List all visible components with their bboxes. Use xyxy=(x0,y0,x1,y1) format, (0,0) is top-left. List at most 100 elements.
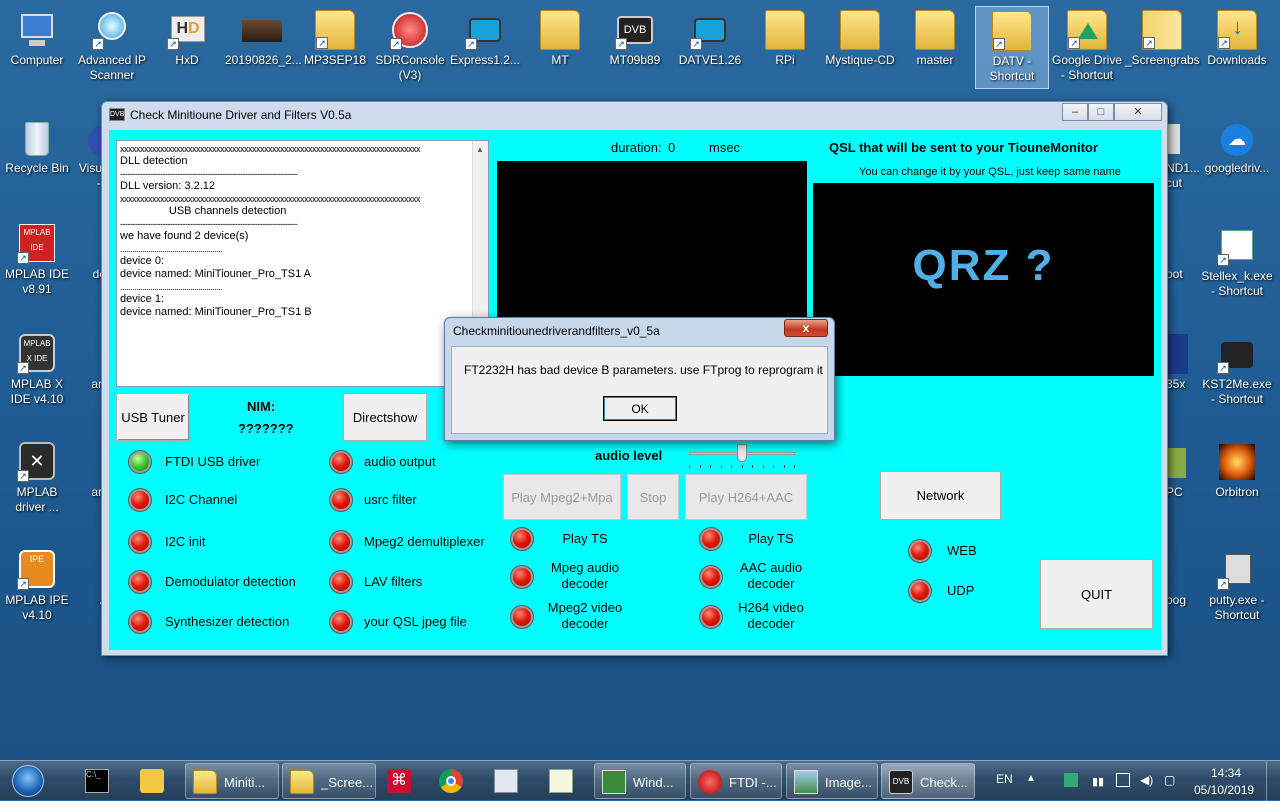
desktop-icon-hxd[interactable]: HD ↗ HxD xyxy=(150,6,224,68)
mplab-x-icon: MPLAB X IDE ↗ xyxy=(17,334,57,374)
clock-time[interactable]: 14:34 xyxy=(1211,766,1241,780)
volume-icon[interactable]: ◀) xyxy=(1140,773,1153,787)
desktop-icon-master[interactable]: master xyxy=(898,6,972,68)
usb-tuner-button[interactable]: USB Tuner xyxy=(116,393,190,441)
desktop-icon-mt[interactable]: MT xyxy=(523,6,597,68)
audio-level-thumb[interactable] xyxy=(737,444,747,462)
taskbar-screengrabs[interactable]: _Scree... xyxy=(282,763,376,799)
desktop-icon-rpi[interactable]: RPi xyxy=(748,6,822,68)
folder-icon xyxy=(915,10,955,50)
taskbar-image[interactable]: Image... xyxy=(786,763,878,799)
play-h264-button[interactable]: Play H264+AAC xyxy=(685,474,807,520)
taskbar-ftdi[interactable]: FTDI -... xyxy=(690,763,782,799)
desktop-icon-mplab-x-ide[interactable]: MPLAB X IDE ↗ MPLAB X IDE v4.10 xyxy=(0,330,74,407)
dialog-ok-button[interactable]: OK xyxy=(603,396,677,421)
desktop-icon-express[interactable]: ↗ Express1.2... xyxy=(448,6,522,68)
stop-button[interactable]: Stop xyxy=(627,474,679,520)
desktop-icon-downloads[interactable]: ↓ ↗ Downloads xyxy=(1200,6,1274,68)
tv-icon: ↗ xyxy=(690,10,730,50)
chevron-up-icon[interactable]: ▲ xyxy=(1026,773,1036,784)
log-line: device named: MiniTiouner_Pro_TS1 B xyxy=(120,306,312,318)
start-orb-icon xyxy=(12,765,44,797)
notify-icon[interactable]: ▢ xyxy=(1164,773,1175,787)
desktop-icon-orbitron[interactable]: Orbitron xyxy=(1200,438,1274,500)
flag-icon[interactable] xyxy=(1064,773,1078,787)
log-line: DLL detection xyxy=(120,155,188,167)
status-label: Play TS xyxy=(562,531,608,546)
folder-icon: ↗ xyxy=(992,11,1032,51)
taskbar-chrome[interactable] xyxy=(432,763,476,799)
taskbar-acrobat[interactable]: ⌘ xyxy=(380,763,424,799)
minimize-button[interactable]: – xyxy=(1062,103,1088,121)
taskbar-check[interactable]: DVB Check... xyxy=(881,763,975,799)
google-drive-icon: ↗ xyxy=(1067,10,1107,50)
qsl-subtitle: You can change it by your QSL, just keep… xyxy=(859,166,1121,178)
taskbar-outlook[interactable] xyxy=(133,763,177,799)
status-label: WEB xyxy=(947,543,977,558)
show-desktop-button[interactable] xyxy=(1266,761,1280,801)
status-led-green xyxy=(129,451,151,473)
desktop-icon-mystique[interactable]: Mystique-CD xyxy=(823,6,897,68)
duration-label: duration: xyxy=(611,140,662,155)
network-icon[interactable] xyxy=(1116,773,1130,787)
recycle-bin-icon xyxy=(17,118,57,158)
desktop-icon-mt09b89[interactable]: DVB ↗ MT09b89 xyxy=(598,6,672,68)
mplab-ipe-icon: IPE ↗ xyxy=(17,550,57,590)
desktop-icon-putty[interactable]: ↗ putty.exe - Shortcut xyxy=(1200,546,1274,623)
image-viewer-icon xyxy=(794,770,818,794)
nim-value: ??????? xyxy=(238,421,294,436)
cmd-icon: C:\_ xyxy=(85,769,109,793)
network-button[interactable]: Network xyxy=(880,471,1001,520)
desktop-icon-mplab-ide[interactable]: MPLAB IDE ↗ MPLAB IDE v8.91 xyxy=(0,220,74,297)
quit-button[interactable]: QUIT xyxy=(1040,559,1153,629)
status-label: Synthesizer detection xyxy=(165,614,290,629)
window-titlebar[interactable]: DVB Check Minitioune Driver and Filters … xyxy=(102,102,1167,128)
mplab-driver-icon: ✕ ↗ xyxy=(17,442,57,482)
taskbar-cmd[interactable]: C:\_ xyxy=(78,763,122,799)
window-title: Check Minitioune Driver and Filters V0.5… xyxy=(130,108,352,122)
desktop-icon-googledriv[interactable]: ☁ googledriv... xyxy=(1200,114,1274,176)
desktop-icon-mp3sep18[interactable]: ↗ MP3SEP18 xyxy=(298,6,372,68)
sdr-console-icon xyxy=(698,770,722,794)
directshow-button[interactable]: Directshow xyxy=(343,393,427,441)
log-line: ----------------------------------------… xyxy=(120,169,298,179)
play-mpeg2-button[interactable]: Play Mpeg2+Mpa xyxy=(503,474,621,520)
desktop-icon-mplab-driver[interactable]: ✕ ↗ MPLAB driver ... xyxy=(0,438,74,515)
taskbar-notepad-plus[interactable] xyxy=(542,763,586,799)
audio-level-label: audio level xyxy=(595,448,663,463)
dialog-body: FT2232H has bad device B parameters. use… xyxy=(451,346,828,434)
desktop-icon-recycle-bin[interactable]: Recycle Bin xyxy=(0,114,74,176)
taskbar-calculator[interactable] xyxy=(487,763,531,799)
taskbar-miniti[interactable]: Miniti... xyxy=(185,763,279,799)
desktop-icon-stellex[interactable]: ↗ Stellex_k.exe - Shortcut xyxy=(1200,222,1274,299)
desktop-icon-screengrabs[interactable]: ↗ _Screengrabs xyxy=(1125,6,1200,68)
status-label: AAC audio decoder xyxy=(739,560,803,591)
desktop-icon-mplab-ipe[interactable]: IPE ↗ MPLAB IPE v4.10 xyxy=(0,546,74,623)
downloads-folder-icon: ↓ ↗ xyxy=(1217,10,1257,50)
desktop-icon-sdrconsole[interactable]: ↗ SDRConsole (V3) xyxy=(373,6,447,83)
folder-icon: ↗ xyxy=(1142,10,1182,50)
signal-icon[interactable]: ▮▮ xyxy=(1092,775,1104,788)
mplab-ide-icon: MPLAB IDE ↗ xyxy=(17,224,57,264)
taskbar-wind[interactable]: Wind... xyxy=(594,763,686,799)
language-indicator[interactable]: EN xyxy=(996,772,1013,786)
status-led-red xyxy=(511,566,533,588)
clock-date[interactable]: 05/10/2019 xyxy=(1194,783,1254,797)
desktop-icon-datve[interactable]: ↗ DATVE1.26 xyxy=(673,6,747,68)
desktop-icon-datv-shortcut[interactable]: ↗ DATV - Shortcut xyxy=(975,6,1049,89)
status-led-red xyxy=(909,580,931,602)
desktop-icon-google-drive[interactable]: ↗ Google Drive - Shortcut xyxy=(1050,6,1124,83)
audio-level-slider[interactable] xyxy=(689,444,795,468)
desktop-icon-20190826[interactable]: 20190826_2... xyxy=(225,6,302,68)
desktop-icon-computer[interactable]: Computer xyxy=(0,6,74,68)
qsl-image-text: QRZ ? xyxy=(912,241,1055,290)
status-label: I2C Channel xyxy=(165,492,238,507)
maximize-button[interactable]: □ xyxy=(1088,103,1114,121)
desktop-icon-kst2me[interactable]: ↗ KST2Me.exe - Shortcut xyxy=(1200,330,1274,407)
dialog-close-button[interactable]: x xyxy=(784,319,828,337)
folder-icon xyxy=(540,10,580,50)
desktop-icon-advanced-ip-scanner[interactable]: ↗ Advanced IP Scanner xyxy=(75,6,149,83)
log-textbox[interactable]: xxxxxxxxxxxxxxxxxxxxxxxxxxxxxxxxxxxxxxxx… xyxy=(116,140,489,387)
close-button[interactable]: ✕ xyxy=(1114,103,1162,121)
start-button[interactable] xyxy=(2,763,56,799)
